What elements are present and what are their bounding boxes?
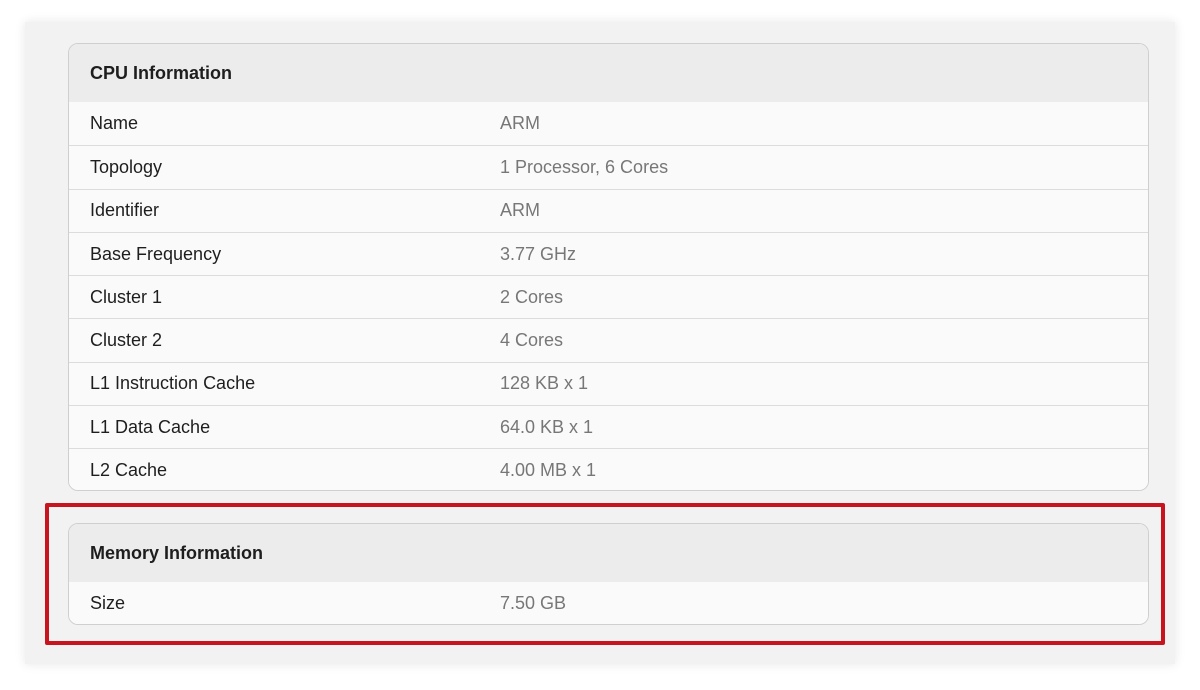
- row-value: 3.77 GHz: [500, 243, 577, 264]
- row-value: 2 Cores: [500, 286, 564, 307]
- row-label: Base Frequency: [90, 243, 222, 264]
- table-row: Size 7.50 GB: [69, 582, 1148, 624]
- row-value: 4.00 MB x 1: [500, 460, 597, 481]
- row-value: 7.50 GB: [500, 593, 567, 614]
- table-row: Name ARM: [69, 102, 1148, 146]
- table-row: Cluster 1 2 Cores: [69, 275, 1148, 319]
- memory-information-card: Memory Information Size 7.50 GB: [68, 523, 1149, 625]
- table-row: L2 Cache 4.00 MB x 1: [69, 448, 1148, 490]
- row-value: ARM: [500, 200, 540, 221]
- cpu-information-title: CPU Information: [69, 44, 1148, 102]
- table-row: Base Frequency 3.77 GHz: [69, 231, 1148, 276]
- row-label: Name: [90, 113, 139, 134]
- table-row: Cluster 2 4 Cores: [69, 318, 1148, 362]
- row-label: Topology: [90, 156, 163, 177]
- row-value: 128 KB x 1: [500, 373, 589, 394]
- row-label: L2 Cache: [90, 460, 168, 481]
- row-label: Size: [90, 593, 126, 614]
- table-row: Identifier ARM: [69, 188, 1148, 232]
- row-label: Cluster 2: [90, 330, 163, 351]
- row-label: L1 Data Cache: [90, 416, 211, 437]
- row-value: 4 Cores: [500, 330, 564, 351]
- row-value: 1 Processor, 6 Cores: [500, 156, 669, 177]
- row-label: Identifier: [90, 200, 160, 221]
- row-value: ARM: [500, 113, 540, 134]
- row-label: L1 Instruction Cache: [90, 373, 256, 394]
- table-row: L1 Instruction Cache 128 KB x 1: [69, 361, 1148, 406]
- table-row: L1 Data Cache 64.0 KB x 1: [69, 405, 1148, 449]
- row-value: 64.0 KB x 1: [500, 416, 594, 437]
- memory-information-title: Memory Information: [69, 524, 1148, 582]
- table-row: Topology 1 Processor, 6 Cores: [69, 145, 1148, 189]
- row-label: Cluster 1: [90, 286, 163, 307]
- cpu-information-card: CPU Information Name ARM Topology 1 Proc…: [68, 43, 1149, 491]
